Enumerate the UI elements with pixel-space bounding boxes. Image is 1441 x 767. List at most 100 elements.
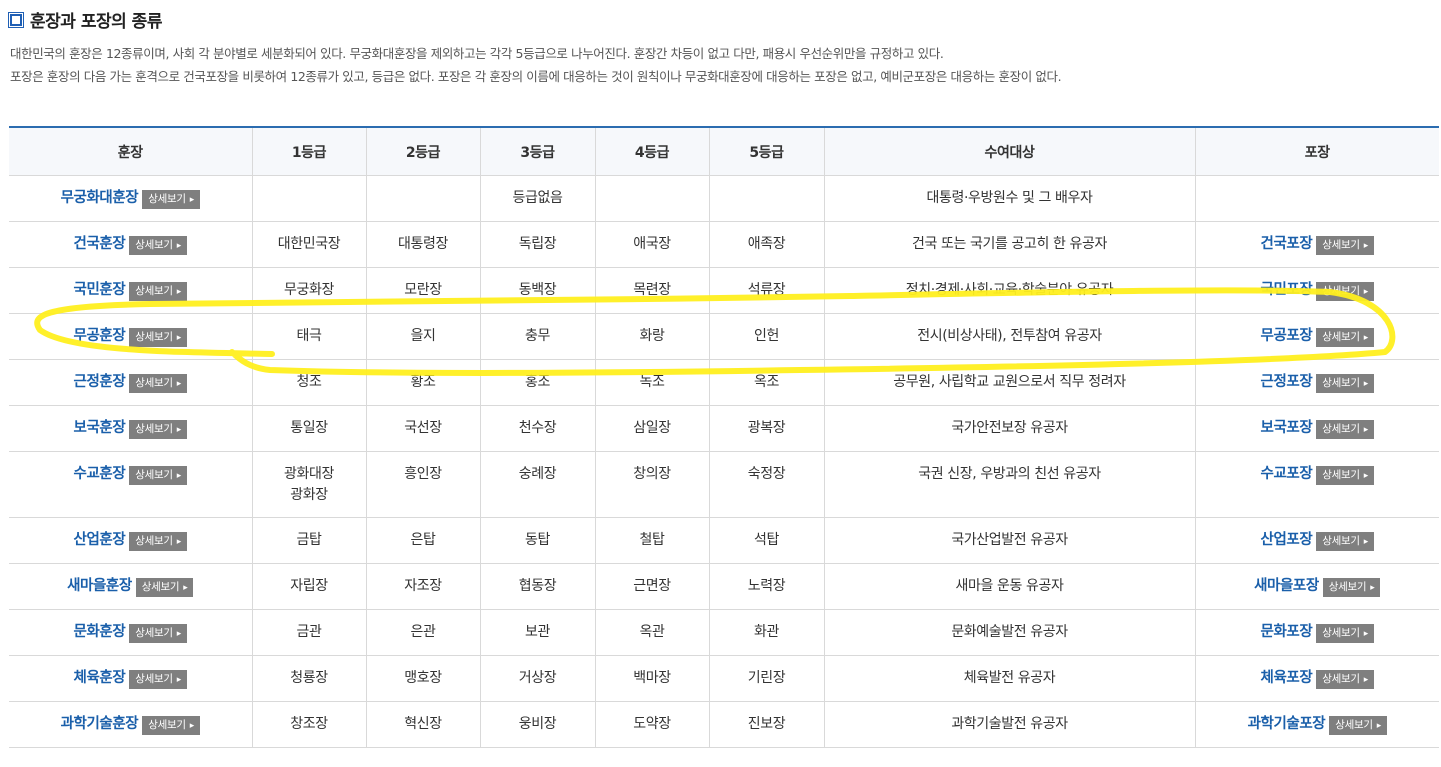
badge-name-link[interactable]: 수교포장 (1261, 466, 1313, 482)
grade-1-cell: 청조 (251, 359, 367, 406)
medal-detail-button[interactable]: 상세보기 (129, 465, 187, 485)
medal-detail-button[interactable]: 상세보기 (129, 373, 187, 393)
badge-name-link[interactable]: 산업포장 (1261, 532, 1313, 548)
grade-5-cell: 기린장 (708, 655, 825, 702)
grade-name: 은탑 (410, 532, 436, 548)
medal-detail-button[interactable]: 상세보기 (142, 189, 200, 209)
badge-name-link[interactable]: 체육포장 (1261, 670, 1313, 686)
grade-1-cell: 통일장 (251, 405, 367, 452)
target-cell: 국가안전보장 유공자 (823, 405, 1196, 452)
badge-detail-button[interactable]: 상세보기 (1316, 531, 1374, 551)
grade-5-cell: 석탑 (708, 517, 825, 564)
grade-name: 자조장 (404, 578, 442, 594)
grade-3-cell: 홍조 (479, 359, 596, 406)
medal-detail-button[interactable]: 상세보기 (129, 531, 187, 551)
medal-detail-button[interactable]: 상세보기 (129, 623, 187, 643)
grade-5-cell: 숙정장 (708, 451, 825, 518)
badge-detail-button[interactable]: 상세보기 (1316, 419, 1374, 439)
grade-name: 을지 (410, 328, 436, 344)
grade-name: 맹호장 (404, 670, 442, 686)
grade-4-cell: 애국장 (594, 221, 710, 268)
medal-detail-button[interactable]: 상세보기 (135, 577, 194, 597)
grade-2-cell: 흥인장 (365, 451, 481, 518)
target-cell: 문화예술발전 유공자 (823, 609, 1196, 656)
grade-name: 화랑 (639, 328, 665, 344)
badge-detail-button[interactable]: 상세보기 (1316, 373, 1374, 393)
target-cell: 국가산업발전 유공자 (823, 517, 1196, 564)
medal-name-link[interactable]: 문화훈장 (74, 624, 126, 640)
grade-name: 대한민국장 (277, 236, 341, 252)
badge-name-link[interactable]: 보국포장 (1261, 420, 1313, 436)
medal-detail-button[interactable]: 상세보기 (129, 327, 187, 347)
grade-4-cell: 백마장 (594, 655, 710, 702)
target-cell: 공무원, 사립학교 교원으로서 직무 정려자 (823, 359, 1196, 406)
medal-detail-button[interactable]: 상세보기 (129, 235, 187, 255)
grade-name: 도약장 (633, 716, 671, 732)
badge-name-link[interactable]: 문화포장 (1261, 624, 1313, 640)
table-row: 건국훈장상세보기대한민국장대통령장독립장애국장애족장건국 또는 국기를 공고히 … (9, 221, 1439, 268)
badge-name-link[interactable]: 무공포장 (1261, 328, 1313, 344)
medal-detail-button[interactable]: 상세보기 (129, 419, 187, 439)
grade-name: 금관 (296, 624, 322, 640)
medal-detail-button[interactable]: 상세보기 (129, 669, 187, 689)
badge-detail-button[interactable]: 상세보기 (1316, 235, 1374, 255)
badge-cell (1194, 175, 1439, 222)
badge-detail-button[interactable]: 상세보기 (1316, 465, 1374, 485)
header-badge: 포장 (1194, 126, 1439, 176)
grade-name: 애족장 (747, 236, 786, 252)
medal-name-link[interactable]: 산업훈장 (74, 532, 126, 548)
grade-name: 대통령장 (398, 236, 448, 252)
grade-name: 모란장 (404, 282, 442, 298)
grade-2-cell: 모란장 (365, 267, 481, 314)
badge-cell: 국민포장 상세보기 (1194, 267, 1439, 314)
badge-detail-button[interactable]: 상세보기 (1316, 669, 1374, 689)
header-grade-3: 3등급 (479, 126, 596, 176)
badge-detail-button[interactable]: 상세보기 (1322, 577, 1381, 597)
table-row: 문화훈장상세보기금관은관보관옥관화관문화예술발전 유공자문화포장상세보기 (9, 609, 1439, 656)
grade-name: 동백장 (518, 282, 557, 298)
target-cell: 체육발전 유공자 (823, 655, 1196, 702)
grade-name: 무궁화장 (284, 282, 334, 298)
grade-2-cell: 혁신장 (365, 701, 481, 748)
grade-5-cell: 노력장 (708, 563, 825, 610)
grade-4-cell: 옥관 (594, 609, 710, 656)
medal-name-link[interactable]: 국민훈장 (74, 282, 126, 298)
medal-name-link[interactable]: 체육훈장 (74, 670, 126, 686)
badge-name-link[interactable]: 과학기술포장 (1248, 716, 1326, 732)
target-cell: 새마을 운동 유공자 (823, 563, 1196, 610)
target-cell: 국권 신장, 우방과의 친선 유공자 (823, 451, 1196, 518)
description-line: 포장은 훈장의 다음 가는 훈격으로 건국포장을 비롯하여 12종류가 있고, … (10, 69, 1062, 84)
grade-5-cell: 광복장 (708, 405, 825, 452)
badge-name-link[interactable]: 새마을포장 (1254, 578, 1319, 594)
target-cell: 건국 또는 국기를 공고히 한 유공자 (823, 221, 1196, 268)
grade-3-cell: 거상장 (479, 655, 596, 702)
grade-name: 청조 (296, 374, 322, 390)
medal-name-link[interactable]: 새마을훈장 (67, 578, 132, 594)
table-row: 과학기술훈장상세보기창조장혁신장웅비장도약장진보장과학기술발전 유공자과학기술포… (9, 701, 1439, 748)
header-grade-5: 5등급 (708, 126, 825, 176)
table-row: 무공훈장상세보기태극을지충무화랑인헌전시(비상사태), 전투참여 유공자무공포장… (9, 313, 1439, 360)
badge-name-link[interactable]: 국민포장 (1261, 282, 1313, 298)
medal-name-link[interactable]: 수교훈장 (74, 466, 126, 482)
badge-name-link[interactable]: 건국포장 (1261, 236, 1313, 252)
badge-name-link[interactable]: 근정포장 (1261, 374, 1313, 390)
medal-detail-button[interactable]: 상세보기 (142, 715, 200, 735)
grade-name: 통일장 (290, 420, 328, 436)
medal-name-link[interactable]: 근정훈장 (74, 374, 126, 390)
grade-name: 애국장 (633, 236, 671, 252)
badge-detail-button[interactable]: 상세보기 (1316, 281, 1374, 301)
medal-name-link[interactable]: 무공훈장 (74, 328, 126, 344)
grade-name: 백마장 (633, 670, 671, 686)
medal-name-link[interactable]: 건국훈장 (74, 236, 126, 252)
badge-detail-button[interactable]: 상세보기 (1316, 623, 1374, 643)
medal-name-link[interactable]: 무궁화대훈장 (61, 190, 139, 206)
grade-name: 석류장 (747, 282, 786, 298)
grade-name: 광화대장 (284, 466, 334, 482)
badge-detail-button[interactable]: 상세보기 (1316, 327, 1374, 347)
badge-cell: 새마을포장 상세보기 (1194, 563, 1439, 610)
badge-detail-button[interactable]: 상세보기 (1329, 715, 1387, 735)
medal-name-link[interactable]: 보국훈장 (74, 420, 126, 436)
grade-name: 옥관 (639, 624, 665, 640)
medal-detail-button[interactable]: 상세보기 (129, 281, 187, 301)
medal-name-link[interactable]: 과학기술훈장 (61, 716, 139, 732)
